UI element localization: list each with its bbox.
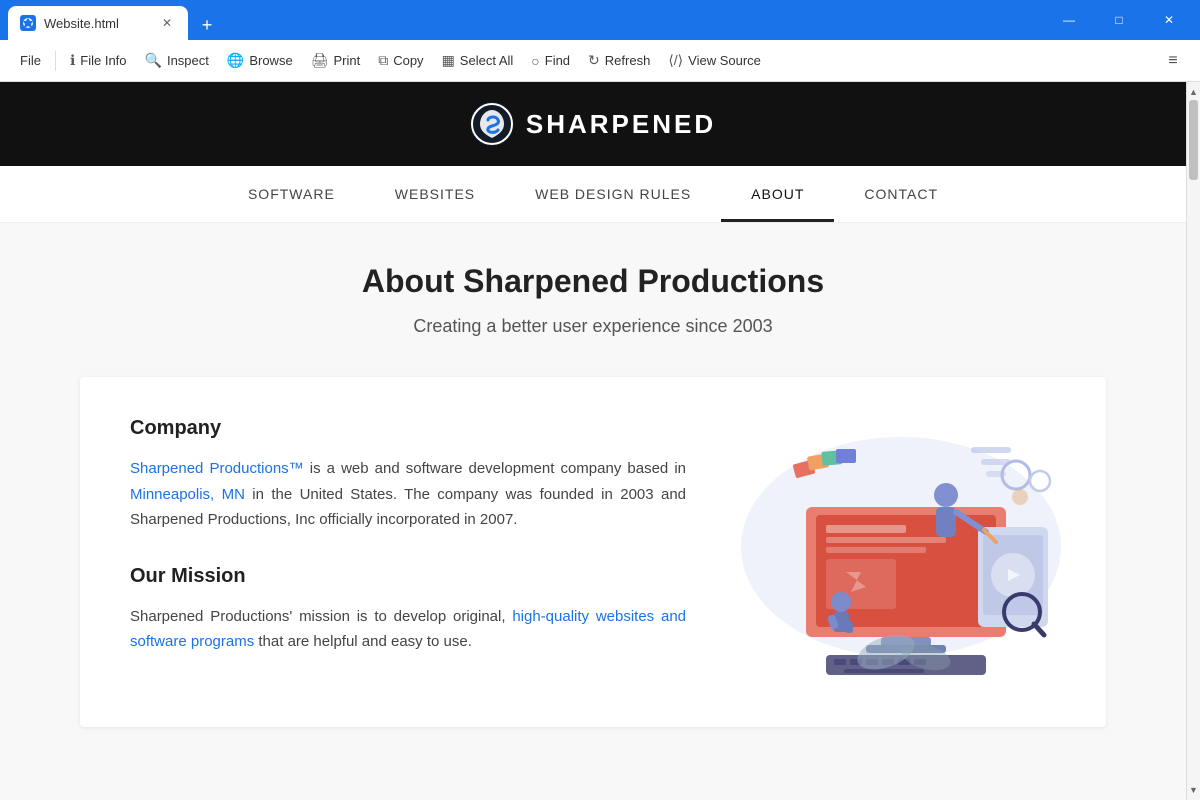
- window-controls: — □ ✕: [1046, 5, 1192, 35]
- tab-title: Website.html: [44, 16, 150, 31]
- nav-web-design-rules[interactable]: WEB DESIGN RULES: [505, 166, 721, 222]
- scrollbar-thumb[interactable]: [1189, 100, 1198, 180]
- view-source-icon: ⟨/⟩: [668, 52, 683, 69]
- inspect-button[interactable]: 🔍 Inspect: [137, 47, 217, 74]
- find-icon: ○: [531, 53, 539, 69]
- scrollbar-track: ▲ ▼: [1186, 82, 1200, 800]
- content-illustration: [726, 417, 1066, 687]
- maximize-button[interactable]: □: [1096, 5, 1142, 35]
- logo-area: SHARPENED: [470, 102, 716, 146]
- refresh-button[interactable]: ↻ Refresh: [580, 47, 658, 74]
- nav-contact[interactable]: CONTACT: [834, 166, 968, 222]
- print-icon: 🖨: [311, 52, 329, 69]
- find-button[interactable]: ○ Find: [523, 48, 578, 74]
- select-all-label: Select All: [460, 53, 513, 68]
- toolbar-menu-button[interactable]: ≡: [1158, 46, 1188, 76]
- title-bar: Website.html ✕ + — □ ✕: [0, 0, 1200, 40]
- site-nav: SOFTWARE WEBSITES WEB DESIGN RULES ABOUT…: [0, 166, 1186, 223]
- mission-section-body: Sharpened Productions' mission is to dev…: [130, 604, 686, 655]
- browser-content: SHARPENED SOFTWARE WEBSITES WEB DESIGN R…: [0, 82, 1200, 800]
- file-info-label: File Info: [80, 53, 126, 68]
- select-all-button[interactable]: ▦ Select All: [434, 47, 522, 74]
- content-card: Company Sharpened Productions™ is a web …: [80, 377, 1106, 727]
- nav-websites[interactable]: WEBSITES: [365, 166, 505, 222]
- page-scroll[interactable]: SHARPENED SOFTWARE WEBSITES WEB DESIGN R…: [0, 82, 1186, 800]
- mission-section-title: Our Mission: [130, 565, 686, 588]
- tab-close-button[interactable]: ✕: [158, 14, 176, 32]
- logo-icon: [470, 102, 514, 146]
- illustration-svg: [726, 417, 1066, 677]
- site-header: SHARPENED: [0, 82, 1186, 166]
- scrollbar-thumb-area: [1187, 100, 1200, 782]
- nav-about[interactable]: ABOUT: [721, 166, 834, 222]
- scroll-up-arrow[interactable]: ▲: [1187, 84, 1200, 100]
- print-button[interactable]: 🖨 Print: [303, 47, 369, 74]
- inspect-icon: 🔍: [145, 52, 162, 69]
- select-all-icon: ▦: [442, 52, 455, 69]
- file-button[interactable]: File: [12, 48, 49, 73]
- tab-favicon: [20, 15, 36, 31]
- window-close-button[interactable]: ✕: [1146, 5, 1192, 35]
- copy-label: Copy: [393, 53, 423, 68]
- browse-button[interactable]: 🌐 Browse: [219, 47, 301, 74]
- new-tab-button[interactable]: +: [192, 10, 222, 40]
- refresh-icon: ↻: [588, 52, 600, 69]
- copy-button[interactable]: ⧉ Copy: [370, 47, 431, 74]
- view-source-label: View Source: [688, 53, 761, 68]
- content-text: Company Sharpened Productions™ is a web …: [130, 417, 686, 687]
- file-info-icon: ℹ: [70, 52, 75, 69]
- logo-text: SHARPENED: [526, 109, 716, 140]
- file-info-button[interactable]: ℹ File Info: [62, 47, 135, 74]
- minimize-button[interactable]: —: [1046, 5, 1092, 35]
- page-content: About Sharpened Productions Creating a b…: [0, 223, 1186, 800]
- view-source-button[interactable]: ⟨/⟩ View Source: [660, 47, 769, 74]
- page-subtitle: Creating a better user experience since …: [80, 316, 1106, 337]
- file-label: File: [20, 53, 41, 68]
- active-tab[interactable]: Website.html ✕: [8, 6, 188, 40]
- inspect-label: Inspect: [167, 53, 209, 68]
- refresh-label: Refresh: [605, 53, 651, 68]
- find-label: Find: [545, 53, 570, 68]
- toolbar-separator-1: [55, 51, 56, 71]
- company-section-body: Sharpened Productions™ is a web and soft…: [130, 456, 686, 533]
- browse-icon: 🌐: [227, 52, 244, 69]
- print-label: Print: [333, 53, 360, 68]
- copy-icon: ⧉: [378, 52, 388, 69]
- browse-label: Browse: [249, 53, 292, 68]
- toolbar: File ℹ File Info 🔍 Inspect 🌐 Browse 🖨 Pr…: [0, 40, 1200, 82]
- tab-area: Website.html ✕ +: [8, 0, 1042, 40]
- page-title: About Sharpened Productions: [80, 263, 1106, 300]
- scroll-down-arrow[interactable]: ▼: [1187, 782, 1200, 798]
- company-section-title: Company: [130, 417, 686, 440]
- nav-software[interactable]: SOFTWARE: [218, 166, 365, 222]
